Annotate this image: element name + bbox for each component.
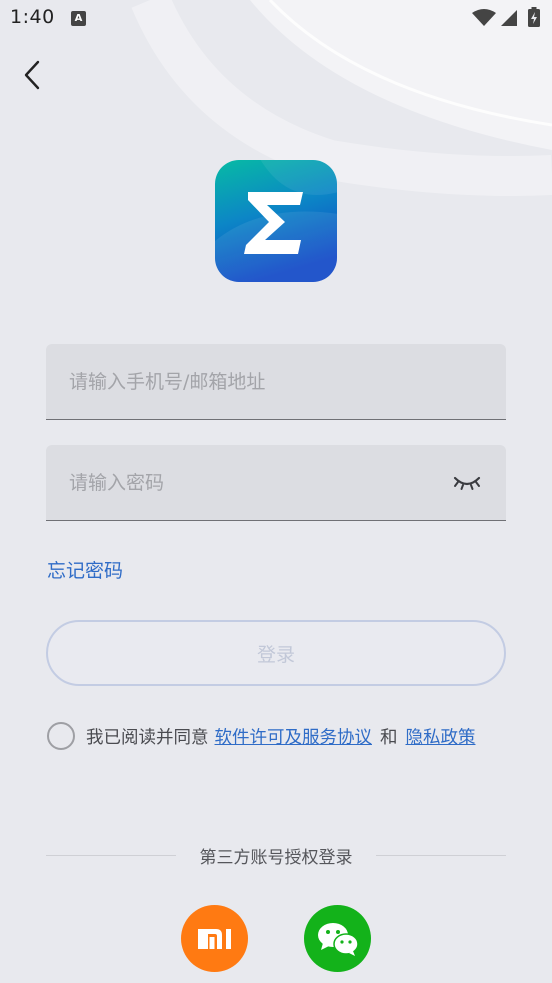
- divider-right: [376, 855, 506, 856]
- agreement-and-text: 和: [380, 727, 398, 748]
- phone-email-field[interactable]: [46, 344, 506, 420]
- login-button[interactable]: 登录: [46, 620, 506, 686]
- status-time: 1:40: [10, 6, 55, 28]
- wifi-icon: [472, 9, 496, 26]
- agreement-row: 我已阅读并同意 软件许可及服务协议 和 隐私政策: [47, 721, 476, 751]
- wechat-icon: [317, 922, 359, 956]
- xiaomi-login-button[interactable]: [181, 905, 248, 972]
- chevron-left-icon: [24, 60, 40, 90]
- agreement-checkbox[interactable]: [47, 722, 75, 750]
- password-input[interactable]: [46, 445, 506, 520]
- password-field[interactable]: [46, 445, 506, 521]
- privacy-policy-link[interactable]: 隐私政策: [406, 724, 476, 749]
- forgot-password-link[interactable]: 忘记密码: [47, 556, 123, 583]
- battery-icon: [528, 7, 540, 27]
- back-button[interactable]: [18, 58, 50, 92]
- sigma-logo-icon: [215, 160, 337, 282]
- status-bar: 1:40 A: [0, 0, 552, 38]
- xiaomi-mi-icon: [197, 928, 231, 949]
- wechat-login-button[interactable]: [304, 905, 371, 972]
- eye-closed-icon[interactable]: [452, 471, 482, 493]
- app-logo: [215, 160, 337, 282]
- phone-email-input[interactable]: [46, 344, 506, 419]
- signal-icon: [501, 10, 517, 26]
- terms-of-service-link[interactable]: 软件许可及服务协议: [215, 724, 373, 749]
- notification-a-icon: A: [71, 11, 86, 26]
- agreement-prefix-text: 我已阅读并同意: [86, 727, 209, 748]
